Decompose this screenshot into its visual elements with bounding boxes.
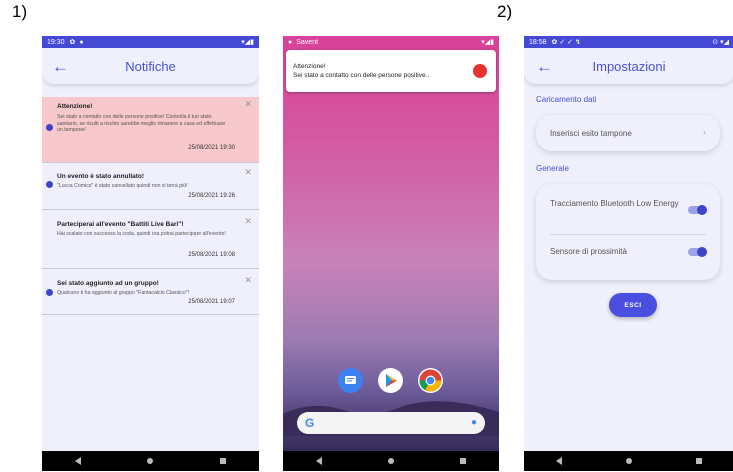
page-title: Impostazioni: [592, 58, 666, 74]
enter-test-result-item[interactable]: Inserisci esito tampone ›: [536, 115, 720, 151]
phone-settings: 18:58 ✿ ✓ ✓ ↯ ⊙ ▾◢ ← Impostazioni Carica…: [524, 36, 733, 471]
notification-body: "Lucca Comics" è stato cancellato quindi…: [57, 183, 188, 189]
messages-app-icon[interactable]: [338, 368, 363, 393]
notification-date: 25/08/2021 19:26: [188, 193, 235, 199]
section-header-general: Generale: [536, 164, 569, 173]
play-store-app-icon[interactable]: [378, 368, 403, 393]
notification-item[interactable]: Un evento è stato annullato! "Lucca Comi…: [42, 163, 259, 210]
close-icon[interactable]: ✕: [244, 167, 252, 178]
notification-title: Sei stato aggiunto ad un gruppo!: [57, 280, 159, 287]
divider: [550, 234, 706, 235]
system-nav-bar: [524, 451, 733, 471]
gear-icon: ✿: [69, 39, 76, 46]
notification-item[interactable]: Sei stato aggiunto ad un gruppo! Qualcun…: [42, 269, 259, 315]
proximity-sensor-label: Sensore di prossimità: [550, 247, 627, 256]
notification-date: 25/08/2021 19:08: [188, 252, 235, 258]
notification-title: Un evento è stato annullato!: [57, 173, 145, 180]
notification-text: Sei stato a contatto con delle persone p…: [293, 72, 430, 79]
bluetooth-toggle[interactable]: [688, 205, 707, 215]
notification-date: 25/08/2021 19:07: [188, 299, 235, 305]
section-header-data-upload: Caricamento dati: [536, 95, 597, 104]
dot-icon: ●: [79, 38, 84, 46]
page-title: Notifiche: [125, 58, 176, 74]
back-arrow-icon[interactable]: ←: [52, 57, 69, 77]
heads-up-notification[interactable]: Attenzione! Sei stato a contatto con del…: [286, 50, 496, 92]
play-store-icon: [386, 374, 397, 387]
phone-home-screen: ● Savent ▾◢▮ Attenzione! Sei stato a con…: [283, 36, 499, 471]
status-time: 18:58: [529, 38, 547, 46]
messages-icon: [345, 376, 356, 384]
notification-title: Parteciperai all'evento "Battiti Live Ba…: [57, 221, 184, 228]
chevron-right-icon: ›: [703, 127, 706, 137]
notification-date: 25/08/2021 19:30: [188, 145, 235, 151]
general-settings-card: Tracciamento Bluetooth Low Energy Sensor…: [536, 184, 720, 280]
unread-dot-icon: [46, 289, 53, 296]
notification-title: Attenzione!: [57, 103, 93, 110]
chrome-icon: [419, 369, 442, 392]
location-wifi-signal-icons: ⊙ ▾◢: [712, 39, 729, 46]
notification-body: Sei stato a contatto con delle persone p…: [57, 114, 226, 133]
nav-recents-icon[interactable]: [696, 458, 702, 464]
system-nav-bar: [283, 451, 499, 471]
app-bar: ← Impostazioni: [524, 48, 733, 84]
unread-dot-icon: [46, 181, 53, 188]
status-bar: ● Savent ▾◢▮: [283, 36, 499, 48]
system-nav-bar: [42, 451, 259, 471]
nav-back-icon[interactable]: [316, 457, 322, 465]
status-bar: 18:58 ✿ ✓ ✓ ↯ ⊙ ▾◢: [524, 36, 733, 48]
bluetooth-tracking-label: Tracciamento Bluetooth Low Energy: [550, 199, 679, 208]
google-g-icon: G: [305, 416, 315, 430]
figure-label-1: 1): [12, 2, 28, 21]
assistant-icon[interactable]: ●: [471, 417, 477, 428]
toggle-knob: [697, 247, 707, 257]
virus-icon: [473, 64, 487, 78]
figure-label-2: 2): [497, 2, 513, 21]
notification-item[interactable]: Attenzione! Sei stato a contatto con del…: [42, 97, 259, 163]
status-notification-icons: ✿ ✓ ✓ ↯: [551, 39, 581, 46]
notification-body: Qualcuno ti ha aggiunto al gruppo "Fanta…: [57, 290, 190, 296]
nav-home-icon[interactable]: [147, 458, 154, 464]
status-bar: 19:30 ✿ ● ▾◢▮: [42, 36, 259, 48]
back-arrow-icon[interactable]: ←: [536, 57, 553, 77]
nav-home-icon[interactable]: [626, 458, 632, 464]
app-bar: ← Notifiche: [42, 48, 259, 84]
wifi-signal-battery-icons: ▾◢▮: [241, 39, 254, 46]
close-icon[interactable]: ✕: [244, 275, 252, 286]
logout-button[interactable]: ESCI: [609, 293, 657, 317]
nav-back-icon[interactable]: [556, 457, 562, 465]
wifi-signal-battery-icons: ▾◢▮: [481, 39, 494, 46]
nav-back-icon[interactable]: [75, 457, 82, 465]
nav-recents-icon[interactable]: [219, 458, 226, 464]
notification-item[interactable]: Parteciperai all'evento "Battiti Live Ba…: [42, 210, 259, 269]
notification-body: Hai scalato con successo la coda, quindi…: [57, 231, 226, 237]
proximity-toggle[interactable]: [688, 247, 707, 257]
nav-recents-icon[interactable]: [460, 458, 466, 464]
close-icon[interactable]: ✕: [244, 99, 252, 110]
google-search-bar[interactable]: G ●: [297, 412, 485, 434]
status-time: 19:30: [47, 38, 65, 46]
toggle-knob: [697, 205, 707, 215]
phone-notifications: 19:30 ✿ ● ▾◢▮ ← Notifiche Attenzione! Se…: [42, 36, 259, 471]
status-app-name: Savent: [296, 38, 319, 46]
app-status-icon: ●: [288, 38, 293, 46]
notification-title: Attenzione!: [293, 63, 326, 70]
nav-home-icon[interactable]: [388, 458, 394, 464]
chrome-app-icon[interactable]: [418, 368, 443, 393]
close-icon[interactable]: ✕: [244, 216, 252, 227]
unread-dot-icon: [46, 124, 53, 131]
item-label: Inserisci esito tampone: [550, 129, 632, 138]
